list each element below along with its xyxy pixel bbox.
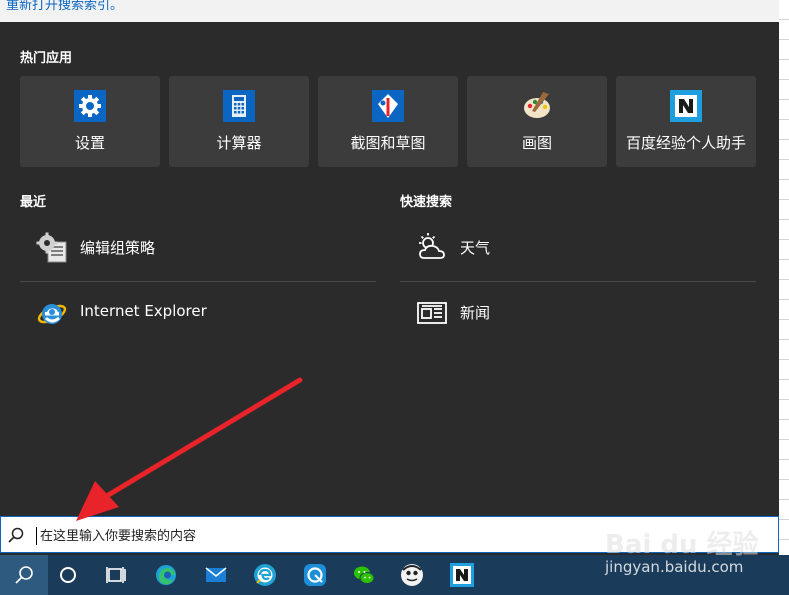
app-tile-label: 百度经验个人助手 xyxy=(625,134,746,152)
taskbar-photo-app-button[interactable] xyxy=(291,555,339,595)
recent-item-label: Internet Explorer xyxy=(80,302,207,320)
taskbar xyxy=(0,555,789,595)
reopen-index-link[interactable]: 重新打开搜索索引。 xyxy=(6,0,123,13)
app-tile-label: 设置 xyxy=(74,134,105,152)
taskbar-browser-button[interactable] xyxy=(241,555,289,595)
quick-search-label: 新闻 xyxy=(460,304,491,322)
weather-icon xyxy=(419,233,445,259)
avatar-app-icon xyxy=(401,564,423,586)
edge-icon xyxy=(156,565,176,585)
cortana-icon xyxy=(60,567,76,583)
recent-item-label: 编辑组策略 xyxy=(80,239,156,257)
app-tile-label: 截图和草图 xyxy=(350,134,426,152)
search-icon xyxy=(8,527,24,543)
quick-search-label: 天气 xyxy=(460,239,491,257)
quick-search-weather[interactable]: 天气 xyxy=(400,218,756,278)
baidu-jingyan-icon xyxy=(670,90,702,122)
divider xyxy=(400,281,756,282)
group-policy-icon xyxy=(36,232,67,263)
divider xyxy=(20,281,376,282)
gear-icon xyxy=(74,90,106,122)
search-input[interactable] xyxy=(38,523,642,549)
baidu-jingyan-icon xyxy=(450,563,474,587)
search-panel: 重新打开搜索索引。 热门应用 设置 计算器 截图和草图 画图 百度经验个人助手 … xyxy=(0,0,779,515)
recent-title: 最近 xyxy=(20,195,47,210)
paint-palette-icon xyxy=(524,92,550,118)
quick-search-title: 快速搜索 xyxy=(400,195,453,210)
taskbar-search-button[interactable] xyxy=(0,555,48,595)
app-tile-settings[interactable]: 设置 xyxy=(20,76,160,167)
internet-explorer-icon xyxy=(37,304,67,324)
taskbar-edge-button[interactable] xyxy=(142,555,190,595)
background-spreadsheet xyxy=(779,0,789,555)
news-icon xyxy=(417,302,447,324)
search-box[interactable] xyxy=(0,516,779,553)
wechat-icon xyxy=(354,566,375,584)
app-tile-snip-sketch[interactable]: 截图和草图 xyxy=(318,76,458,167)
recent-item-group-policy[interactable]: 编辑组策略 xyxy=(20,218,376,278)
app-tile-paint[interactable]: 画图 xyxy=(467,76,607,167)
taskbar-wechat-button[interactable] xyxy=(340,555,388,595)
mail-icon xyxy=(205,567,227,582)
top-apps-title: 热门应用 xyxy=(20,51,73,66)
photo-app-icon xyxy=(304,564,326,586)
index-hint-bar: 重新打开搜索索引。 xyxy=(0,0,779,22)
taskbar-cortana-button[interactable] xyxy=(44,555,92,595)
snip-sketch-icon xyxy=(372,90,404,122)
browser-e-icon xyxy=(254,564,276,586)
recent-item-internet-explorer[interactable]: Internet Explorer xyxy=(20,283,376,343)
taskbar-mail-button[interactable] xyxy=(192,555,240,595)
text-caret xyxy=(36,527,37,545)
quick-search-news[interactable]: 新闻 xyxy=(400,283,756,343)
app-tile-baidu-jingyan[interactable]: 百度经验个人助手 xyxy=(616,76,756,167)
app-tile-label: 计算器 xyxy=(216,134,262,152)
taskbar-task-view-button[interactable] xyxy=(92,555,140,595)
taskbar-baidu-jingyan-button[interactable] xyxy=(438,555,486,595)
search-icon xyxy=(15,566,33,584)
task-view-icon xyxy=(106,567,126,583)
app-tile-calculator[interactable]: 计算器 xyxy=(169,76,309,167)
taskbar-avatar-app-button[interactable] xyxy=(388,555,436,595)
app-tile-label: 画图 xyxy=(521,134,552,152)
calculator-icon xyxy=(223,90,255,122)
